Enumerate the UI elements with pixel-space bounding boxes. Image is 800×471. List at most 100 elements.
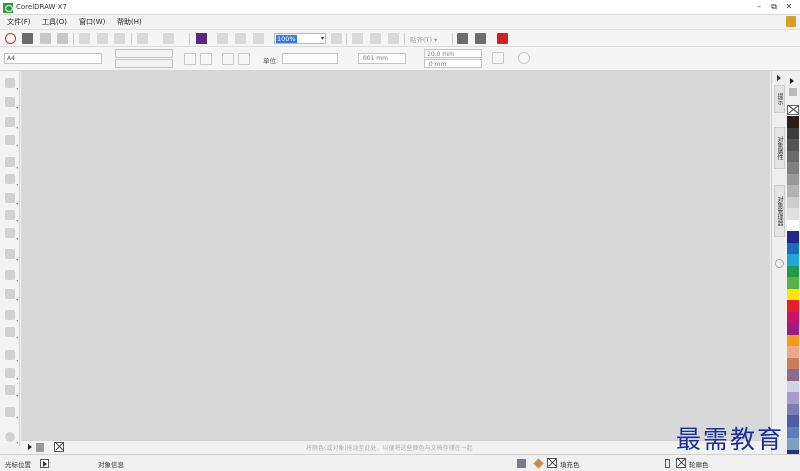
drop-shadow-tool-icon[interactable] (5, 310, 18, 322)
color-swatch[interactable] (787, 380, 799, 392)
color-swatch[interactable] (787, 323, 799, 335)
publish-pdf-icon[interactable] (253, 33, 264, 44)
color-management-icon[interactable] (517, 459, 526, 468)
docker-tab-object-manager[interactable]: 对象管理器 (774, 185, 785, 237)
docker-tab-object-properties[interactable]: 对象属性 (774, 127, 785, 169)
color-swatch[interactable] (787, 300, 799, 312)
full-screen-preview-icon[interactable] (331, 33, 342, 44)
rectangle-tool-icon[interactable] (5, 193, 18, 205)
pick-tool-icon[interactable] (5, 78, 18, 90)
restore-button[interactable]: ⧉ (767, 1, 781, 13)
current-page-icon[interactable] (238, 53, 250, 65)
cut-icon[interactable] (79, 33, 90, 44)
import-icon[interactable] (217, 33, 228, 44)
drawing-canvas[interactable] (21, 71, 770, 440)
document-palette-arrow-icon[interactable] (28, 444, 32, 450)
color-swatch[interactable] (787, 231, 799, 243)
page-height-field[interactable] (115, 59, 173, 68)
color-swatch[interactable] (787, 219, 799, 231)
color-swatch[interactable] (787, 127, 799, 139)
menu-tools[interactable]: 工具(O) (42, 17, 67, 27)
outline-pen-tool-icon[interactable] (5, 407, 18, 419)
eyedropper-icon[interactable] (789, 88, 797, 96)
color-swatch[interactable] (787, 346, 799, 358)
color-swatch[interactable] (787, 426, 799, 438)
docker-tab-hints[interactable]: 提示 (774, 85, 785, 113)
shape-tool-icon[interactable] (5, 97, 18, 109)
smart-fill-tool-icon[interactable] (5, 385, 18, 397)
minimize-button[interactable]: – (752, 1, 766, 13)
color-swatch[interactable] (787, 357, 799, 369)
welcome-screen-icon[interactable] (5, 33, 16, 44)
zoom-level-select[interactable]: 100% ▾ (274, 33, 326, 44)
color-swatch[interactable] (787, 173, 799, 185)
quick-customize-icon[interactable] (5, 432, 18, 444)
print-icon[interactable] (57, 33, 68, 44)
color-swatch[interactable] (787, 185, 799, 197)
connector-tool-icon[interactable] (5, 289, 18, 301)
color-swatch[interactable] (787, 162, 799, 174)
color-swatch[interactable] (787, 208, 799, 220)
application-launcher-icon[interactable] (475, 33, 486, 44)
no-color-swatch[interactable] (787, 105, 799, 115)
open-icon[interactable] (22, 33, 33, 44)
color-swatch[interactable] (787, 415, 799, 427)
color-swatch[interactable] (787, 334, 799, 346)
landscape-icon[interactable] (200, 53, 212, 65)
page-options-icon[interactable] (492, 52, 504, 64)
color-swatch[interactable] (787, 438, 799, 450)
zoom-tool-icon[interactable] (5, 135, 18, 147)
color-swatch[interactable] (787, 288, 799, 300)
fill-none-swatch[interactable] (547, 458, 557, 468)
save-icon[interactable] (40, 33, 51, 44)
palette-scroll-up-icon[interactable] (790, 78, 794, 84)
color-swatch[interactable] (787, 116, 799, 128)
menu-window[interactable]: 窗口(W) (79, 17, 105, 27)
color-swatch[interactable] (787, 242, 799, 254)
color-swatch[interactable] (787, 403, 799, 415)
quick-customize-icon[interactable] (518, 52, 530, 64)
show-grid-icon[interactable] (370, 33, 381, 44)
expand-docker-icon[interactable] (777, 75, 781, 81)
polygon-tool-icon[interactable] (5, 228, 18, 240)
outline-none-swatch[interactable] (676, 458, 686, 468)
color-swatch[interactable] (787, 311, 799, 323)
undo-icon[interactable] (137, 33, 148, 44)
snap-to-dropdown[interactable]: 贴齐(T) ▾ (410, 34, 437, 44)
show-guidelines-icon[interactable] (388, 33, 399, 44)
paste-icon[interactable] (114, 33, 125, 44)
transparency-tool-icon[interactable] (5, 327, 18, 339)
units-select[interactable] (282, 53, 338, 64)
all-pages-icon[interactable] (222, 53, 234, 65)
docker-launcher-icon[interactable] (497, 33, 508, 44)
duplicate-distance-x-field[interactable]: 20.0 mm (424, 49, 482, 58)
text-tool-icon[interactable] (5, 249, 18, 261)
color-swatch[interactable] (787, 277, 799, 289)
page-width-field[interactable] (115, 49, 173, 58)
cursor-position-toggle-icon[interactable] (40, 459, 49, 468)
nudge-distance-field[interactable]: .001 mm (358, 53, 406, 64)
copy-icon[interactable] (97, 33, 108, 44)
pin-icon[interactable] (786, 16, 796, 27)
menu-help[interactable]: 帮助(H) (117, 17, 142, 27)
color-eyedropper-tool-icon[interactable] (5, 350, 18, 362)
show-rulers-icon[interactable] (352, 33, 363, 44)
export-icon[interactable] (235, 33, 246, 44)
artistic-media-tool-icon[interactable] (5, 174, 18, 186)
color-swatch[interactable] (787, 265, 799, 277)
page-size-select[interactable]: A4 (4, 53, 102, 64)
options-icon[interactable] (457, 33, 468, 44)
color-swatch[interactable] (787, 369, 799, 381)
menu-file[interactable]: 文件(F) (7, 17, 31, 27)
corel-connect-icon[interactable] (196, 33, 207, 44)
color-swatch[interactable] (787, 196, 799, 208)
duplicate-distance-y-field[interactable]: .0 mm (424, 59, 482, 68)
color-swatch[interactable] (787, 254, 799, 266)
parallel-dimension-tool-icon[interactable] (5, 270, 18, 282)
color-swatch[interactable] (787, 150, 799, 162)
close-button[interactable]: ✕ (782, 1, 796, 13)
crop-tool-icon[interactable] (5, 117, 18, 129)
no-color-swatch[interactable] (54, 442, 64, 452)
color-swatch[interactable] (787, 392, 799, 404)
freehand-tool-icon[interactable] (5, 157, 18, 169)
